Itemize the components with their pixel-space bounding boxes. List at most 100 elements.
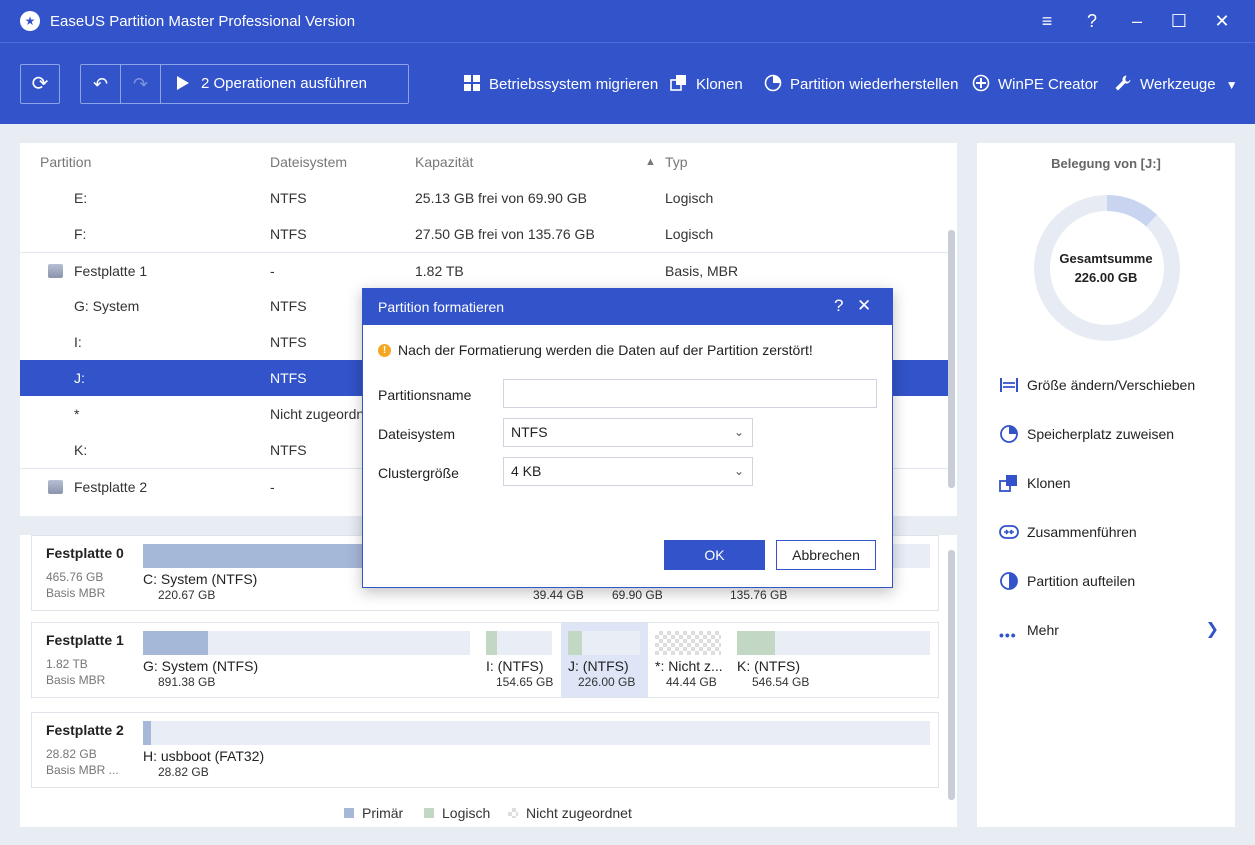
disk-card-name: Festplatte 1 (46, 632, 124, 648)
disk-card-type: Basis MBR (46, 673, 106, 687)
close-icon[interactable]: ✕ (857, 296, 871, 316)
clone-button[interactable]: Klonen (670, 74, 743, 94)
disk-card[interactable]: Festplatte 1 1.82 TB Basis MBR G: System… (31, 622, 939, 698)
partition-bar[interactable] (143, 544, 373, 568)
refresh-button[interactable]: ⟳ (20, 64, 60, 104)
merge-icon (999, 525, 1019, 539)
partition-size: 220.67 GB (158, 588, 216, 602)
legend-logical: Logisch (424, 805, 490, 821)
pie-icon (764, 74, 782, 92)
winpe-creator-button[interactable]: WinPE Creator (972, 74, 1098, 94)
partition-name: K: (74, 442, 88, 458)
ok-button[interactable]: OK (664, 540, 765, 570)
partition-bar-selected[interactable] (568, 631, 640, 655)
help-icon[interactable]: ? (834, 296, 843, 316)
filesystem-select[interactable]: NTFS ⌄ (503, 418, 753, 447)
legend-unallocated: Nicht zugeordnet (508, 805, 632, 821)
restore-partition-button[interactable]: Partition wiederherstellen (764, 74, 958, 94)
minimize-icon[interactable]: – (1126, 10, 1148, 32)
partition-bar[interactable] (486, 631, 552, 655)
chevron-down-icon: ⌄ (733, 464, 744, 478)
partition-name-input[interactable] (503, 379, 877, 408)
partition-name: I: (74, 334, 82, 350)
partition-name: J: (74, 370, 85, 386)
diskmap-scrollbar[interactable] (948, 550, 955, 800)
column-header-type[interactable]: Typ (665, 144, 688, 180)
help-icon[interactable]: ? (1081, 10, 1103, 32)
partition-size: 891.38 GB (158, 675, 216, 689)
partition-bar[interactable] (143, 631, 470, 655)
partition-label: H: usbboot (FAT32) (143, 748, 265, 764)
primary-swatch (344, 808, 354, 818)
disk-card-name: Festplatte 0 (46, 545, 124, 561)
execute-operations-button[interactable]: 2 Operationen ausführen (177, 65, 367, 103)
partition-label: *: Nicht z... (655, 658, 723, 674)
partition-fs: NTFS (270, 298, 307, 314)
close-icon[interactable]: ✕ (1211, 10, 1233, 32)
partition-name: * (74, 406, 80, 422)
usage-donut (1034, 195, 1180, 341)
table-row[interactable]: F: NTFS 27.50 GB frei von 135.76 GB Logi… (20, 216, 950, 252)
table-row[interactable]: E: NTFS 25.13 GB frei von 69.90 GB Logis… (20, 180, 950, 216)
disk-row[interactable]: Festplatte 1 - 1.82 TB Basis, MBR (20, 252, 950, 288)
partition-size: 69.90 GB (612, 588, 663, 602)
disk-name: Festplatte 2 (74, 479, 148, 495)
usage-used-arc (1106, 195, 1157, 227)
disk-card-size: 465.76 GB (46, 570, 104, 584)
more-action[interactable]: ••• Mehr ❯ (999, 619, 1219, 643)
partition-size: 39.44 GB (533, 588, 584, 602)
logical-swatch (424, 808, 434, 818)
plus-circle-icon (972, 74, 990, 92)
disk-card[interactable]: Festplatte 2 28.82 GB Basis MBR ... H: u… (31, 712, 939, 788)
partition-name: G: System (74, 298, 140, 314)
filesystem-value: NTFS (511, 424, 548, 440)
usage-title: Belegung von [J:] (1051, 156, 1161, 171)
hard-disk-icon (48, 264, 63, 278)
allocate-space-action[interactable]: Speicherplatz zuweisen (999, 423, 1219, 445)
split-partition-action[interactable]: Partition aufteilen (999, 570, 1219, 592)
partition-name: F: (74, 226, 87, 242)
partition-size: 28.82 GB (158, 765, 209, 779)
cluster-size-label: Clustergröße (378, 465, 459, 481)
legend-primary: Primär (344, 805, 403, 821)
partition-fs: NTFS (270, 190, 307, 206)
more-label: Mehr (1027, 622, 1059, 638)
redo-button[interactable]: ↷ (121, 65, 161, 103)
clone-action[interactable]: Klonen (999, 472, 1219, 494)
partition-bar[interactable] (737, 631, 930, 655)
split-pie-icon (1000, 572, 1018, 590)
menu-icon[interactable]: ≡ (1036, 10, 1058, 32)
table-scrollbar[interactable] (948, 230, 955, 488)
winpe-creator-label: WinPE Creator (998, 76, 1099, 93)
windows-icon (464, 75, 480, 91)
maximize-icon[interactable]: ☐ (1168, 10, 1190, 32)
partition-fs: NTFS (270, 226, 307, 242)
partition-label: I: (NTFS) (486, 658, 544, 674)
cancel-button[interactable]: Abbrechen (776, 540, 876, 570)
disk-name: Festplatte 1 (74, 263, 148, 279)
merge-action[interactable]: Zusammenführen (999, 521, 1219, 543)
split-partition-label: Partition aufteilen (1027, 573, 1136, 589)
column-header-filesystem[interactable]: Dateisystem (270, 144, 347, 180)
migrate-os-button[interactable]: Betriebssystem migrieren (463, 74, 658, 94)
tools-menu-button[interactable]: Werkzeuge ▼ (1114, 74, 1238, 94)
partition-type: Logisch (665, 226, 714, 242)
undo-button[interactable]: ↶ (81, 65, 121, 103)
filesystem-label: Dateisystem (378, 426, 456, 442)
execute-operations-label: 2 Operationen ausführen (201, 75, 367, 92)
dialog-header: Partition formatieren ? ✕ (363, 289, 892, 325)
disk-card-size: 1.82 TB (46, 657, 88, 671)
partition-fs: NTFS (270, 442, 307, 458)
tools-label: Werkzeuge (1140, 76, 1216, 93)
allocate-space-label: Speicherplatz zuweisen (1027, 426, 1175, 442)
column-header-capacity[interactable]: Kapazität (415, 144, 473, 180)
column-header-partition[interactable]: Partition (40, 144, 91, 180)
unallocated-bar[interactable] (655, 631, 721, 655)
chevron-down-icon: ▼ (1225, 78, 1238, 92)
cluster-size-select[interactable]: 4 KB ⌄ (503, 457, 753, 486)
resize-move-action[interactable]: Größe ändern/Verschieben (999, 374, 1219, 396)
partition-label: J: (NTFS) (568, 658, 629, 674)
partition-fs: Nicht zugeordnet (270, 406, 376, 422)
partition-bar[interactable] (143, 721, 930, 745)
resize-move-label: Größe ändern/Verschieben (1027, 377, 1196, 393)
